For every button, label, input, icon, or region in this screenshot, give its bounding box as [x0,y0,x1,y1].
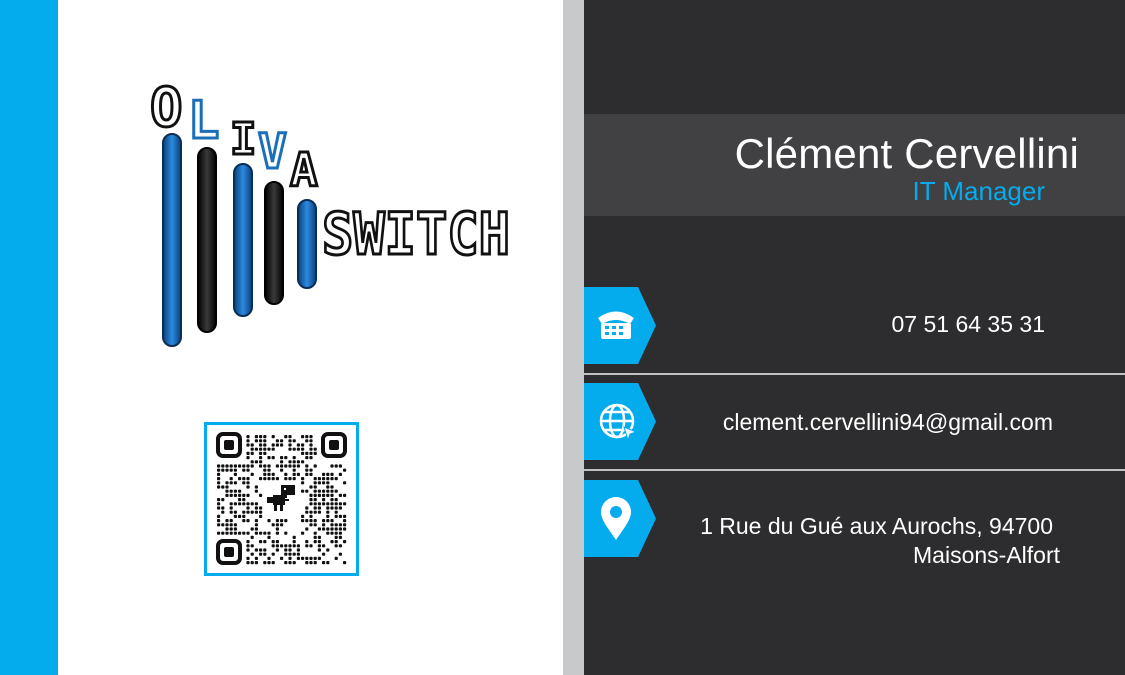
address-line-2: Maisons-Alfort [913,542,1060,568]
logo-letter: O [150,78,183,139]
logo-letter: L [188,91,219,151]
oliva-switch-logo: O L I V A SWITCH [148,75,518,353]
person-name: Clément Cervellini [734,130,1079,177]
email-tab [584,383,656,460]
logo-letter: I [230,114,257,165]
phone-number[interactable]: 07 51 64 35 31 [892,311,1045,338]
logo-bar-3 [233,163,253,317]
logo-bar-2 [197,147,217,333]
left-accent-stripe [0,0,58,675]
dino-icon [267,485,295,511]
logo-word: SWITCH [322,200,510,268]
logo-letter: A [290,143,318,197]
logo-letter: V [258,124,287,180]
address-line-1: 1 Rue du Gué aux Aurochs, 94700 [700,513,1053,539]
phone-tab [584,287,656,364]
logo-bar-4 [264,181,284,305]
address-tab [584,480,656,557]
logo-bar-5 [297,199,317,289]
job-title: IT Manager [912,176,1045,206]
qr-code[interactable] [204,422,359,576]
phone-icon [598,311,634,339]
divider-line [584,469,1125,471]
divider-line [584,373,1125,375]
email-address[interactable]: clement.cervellini94@gmail.com [723,409,1053,436]
name-band: Clément Cervellini IT Manager [584,114,1125,216]
panel-divider [563,0,584,675]
logo-bar-1 [162,133,182,347]
